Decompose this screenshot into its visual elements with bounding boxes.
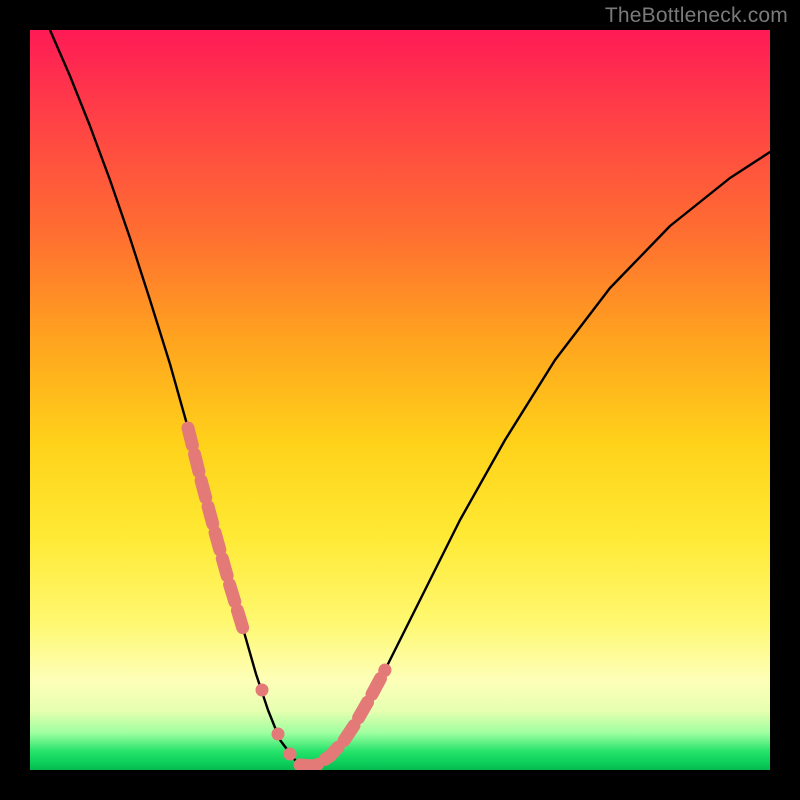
bottleneck-curve [50, 30, 770, 768]
chart-frame: TheBottleneck.com [0, 0, 800, 800]
marker-dot [256, 684, 269, 697]
right-flank-marker [300, 670, 385, 766]
curve-layer [30, 30, 770, 770]
marker-dot [272, 728, 285, 741]
plot-area [30, 30, 770, 770]
left-flank-marker [188, 428, 244, 632]
marker-dot [284, 748, 297, 761]
watermark-text: TheBottleneck.com [605, 4, 788, 28]
